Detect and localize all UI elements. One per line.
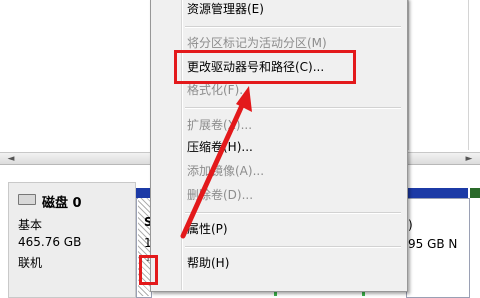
- red-arrow-icon: [180, 86, 252, 239]
